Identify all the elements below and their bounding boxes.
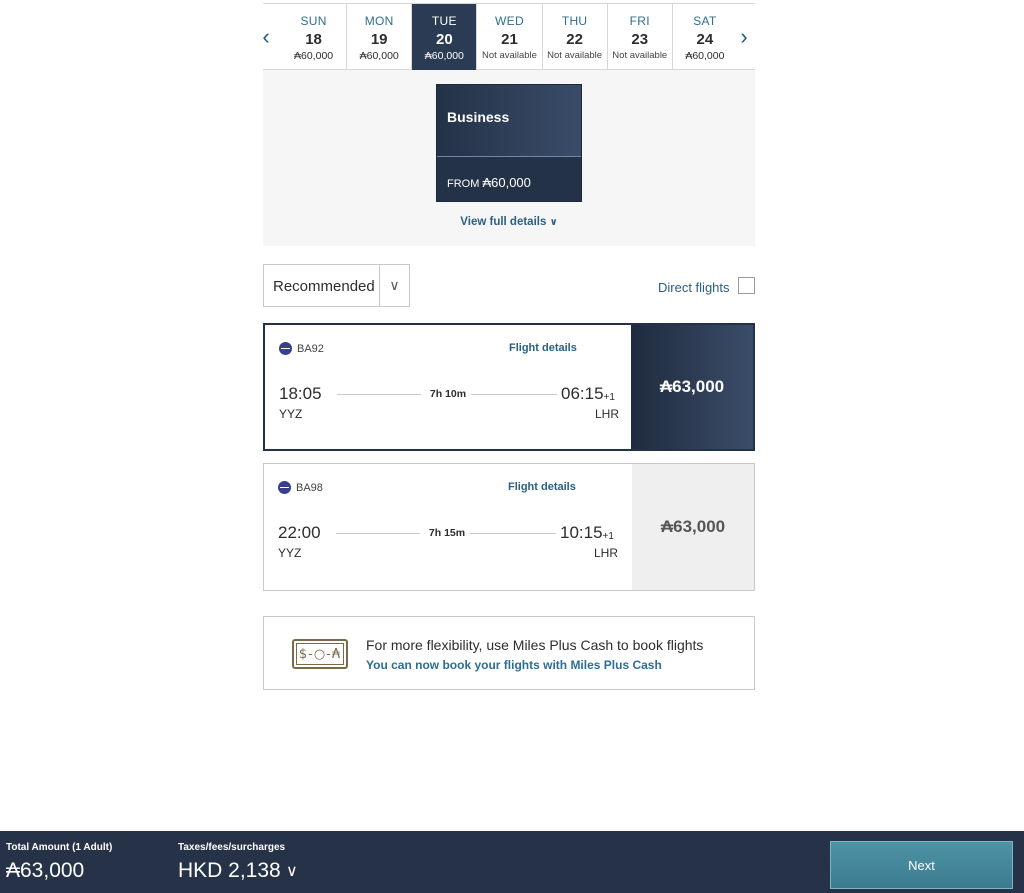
date-option-sat[interactable]: SAT 24 ₳60,000 [671,4,737,70]
promo-text: For more flexibility, use Miles Plus Cas… [366,637,704,653]
date-number: 18 [305,31,322,48]
date-dow: THU [561,14,588,28]
flight-card-ba92[interactable]: BA92 Flight details 18:05 YYZ 7h 10m 06:15+1 L… [263,323,755,451]
arrival-airport: LHR [595,407,620,421]
flight-details-link[interactable]: Flight details [508,481,576,493]
cabin-from-label: FROM [447,178,480,190]
airline-logo-icon [278,481,291,494]
miles-plus-cash-promo: $-○-₳ For more flexibility, use Miles Pl… [263,616,755,690]
date-price: ₳60,000 [685,50,725,62]
miles-plus-cash-link[interactable]: You can now book your flights with Miles… [366,658,662,672]
money-plus-miles-icon: $-○-₳ [292,639,348,669]
date-number: 22 [566,31,583,48]
date-dow: FRI [629,14,650,28]
direct-flights-checkbox[interactable] [738,277,755,294]
flight-number: BA98 [296,481,323,494]
arrival-time-value: 06:15 [561,384,604,403]
departure-airport: YYZ [279,407,303,421]
date-price: Not available [547,50,603,61]
flight-number: BA92 [297,342,324,355]
sort-dropdown[interactable]: Recommended ∨ [263,264,410,307]
route-line [470,533,556,534]
flight-duration: 7h 15m [428,527,466,539]
route-line [336,533,420,534]
date-price: ₳60,000 [359,50,399,62]
date-option-tue[interactable]: TUE 20 ₳60,000 [411,4,477,70]
date-price: ₳60,000 [424,50,464,62]
departure-time: 18:05 [279,384,322,403]
chevron-down-icon: ∨ [379,265,409,306]
total-amount-label: Total Amount (1 Adult) [6,842,113,853]
date-option-sun[interactable]: SUN 18 ₳60,000 [281,4,346,70]
date-number: 19 [370,31,388,48]
date-option-fri[interactable]: FRI 23 Not available [606,4,672,70]
date-list: SUN 18 ₳60,000 MON 19 ₳60,000 TUE 20 ₳60,000 WED 2… [281,4,737,70]
date-number: 23 [631,31,649,48]
departure-airport: YYZ [278,546,302,560]
flight-card-ba98[interactable]: BA98 Flight details 22:00 YYZ 7h 15m 10:15+1 L… [263,463,755,591]
route-line [471,394,557,395]
cabin-price: ₳60,000 [482,175,531,190]
date-number: 21 [501,31,518,48]
sort-selected: Recommended [273,278,375,295]
chevron-left-icon[interactable]: ‹ [259,4,273,70]
date-option-wed[interactable]: WED 21 Not available [476,4,541,70]
next-button[interactable]: Next [830,841,1013,889]
direct-flights-filter[interactable]: Direct flights [640,277,755,297]
view-full-details-link[interactable]: View full details ∨ [263,216,755,228]
date-price: Not available [612,50,668,61]
date-number: 24 [696,31,714,48]
flight-details-link[interactable]: Flight details [509,342,577,354]
date-dow: SUN [300,14,327,28]
chevron-down-icon[interactable]: ∨ [286,861,298,881]
chevron-right-icon[interactable]: › [737,4,751,70]
flight-price[interactable]: ₳63,000 [631,325,753,449]
airline-info: BA92 [279,342,324,355]
date-dow: SAT [693,14,717,28]
arrival-day-offset: +1 [602,531,614,542]
date-selector: ‹ SUN 18 ₳60,000 MON 19 ₳60,000 TUE 20 ₳60,000 WE… [262,3,755,70]
arrival-time: 10:15+1 [560,523,614,543]
taxes-value[interactable]: HKD 2,138 [178,859,281,883]
total-amount-value: ₳63,000 [6,859,85,882]
arrival-airport: LHR [594,546,619,560]
cabin-from-price: FROM ₳60,000 [447,175,531,190]
airline-info: BA98 [278,481,323,494]
arrival-day-offset: +1 [603,392,615,403]
airline-logo-icon [279,342,292,355]
date-price: ₳60,000 [294,50,334,62]
cabin-card-business[interactable]: Business FROM ₳60,000 [436,84,582,202]
cabin-name: Business [447,109,510,125]
date-option-thu[interactable]: THU 22 Not available [541,4,607,70]
view-full-details-label: View full details [460,216,547,228]
route-line [337,394,421,395]
arrival-time-value: 10:15 [560,523,603,542]
booking-footer: Total Amount (1 Adult) ₳63,000 Taxes/fee… [0,831,1024,893]
date-dow: MON [364,14,394,28]
date-option-mon[interactable]: MON 19 ₳60,000 [346,4,411,70]
departure-time: 22:00 [278,523,321,542]
taxes-label: Taxes/fees/surcharges [178,842,286,853]
date-number: 20 [435,31,453,48]
chevron-down-icon: ∨ [549,217,558,228]
date-dow: WED [495,14,524,28]
date-price: Not available [482,50,537,61]
arrival-time: 06:15+1 [561,384,615,404]
direct-flights-label: Direct flights [658,280,730,295]
flight-price[interactable]: ₳63,000 [632,464,754,590]
promo-icon-text: $-○-₳ [296,643,344,665]
flight-duration: 7h 10m [429,388,467,400]
cabin-panel: Business FROM ₳60,000 View full details … [263,70,755,246]
date-dow: TUE [431,14,457,28]
